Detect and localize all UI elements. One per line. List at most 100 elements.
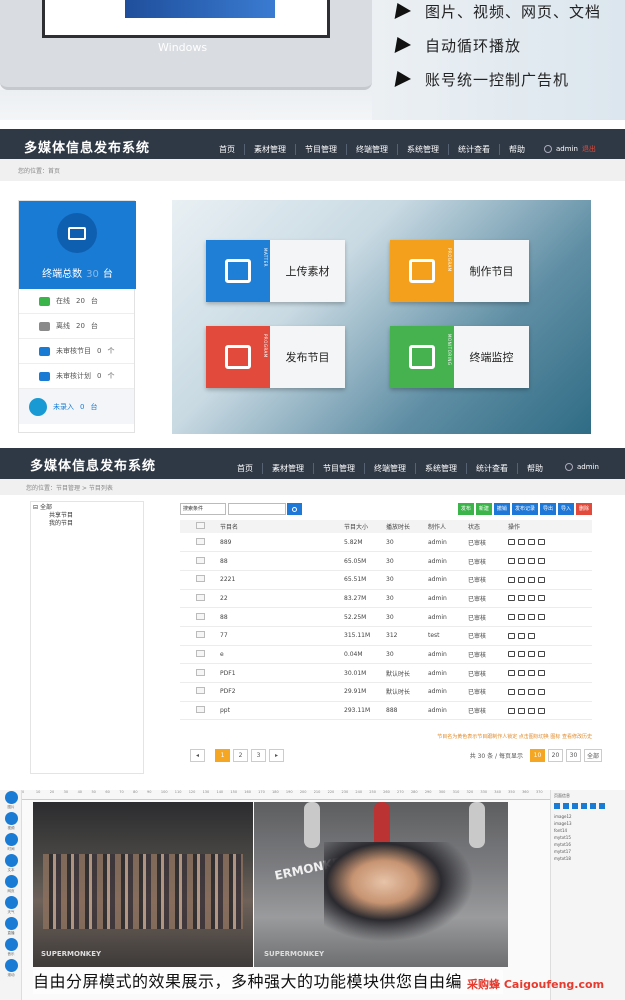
edit-icon[interactable] (518, 595, 525, 602)
menu-system[interactable]: 系统管理 (397, 144, 448, 155)
menu-programs[interactable]: 节目管理 (295, 144, 346, 155)
preview-icon[interactable] (508, 688, 515, 695)
new-button[interactable]: 新建 (475, 503, 492, 515)
publish-icon[interactable] (538, 595, 545, 602)
edit-icon[interactable] (518, 614, 525, 621)
region-photo-right[interactable]: ERMONKE SUPERMONKEY (254, 802, 508, 967)
stat-unreviewed-programs[interactable]: 未审核节目 0 个 (19, 339, 134, 364)
search-input[interactable] (228, 503, 286, 515)
table-row[interactable]: e 0.04M 30 admin 已审核 (180, 645, 592, 665)
preview-icon[interactable] (508, 632, 515, 639)
file-item[interactable]: mytxt15 (554, 834, 622, 841)
edit-icon[interactable] (518, 539, 525, 546)
menu-terminals[interactable]: 终端管理 (364, 463, 415, 474)
revoke-button[interactable]: 撤销 (493, 503, 510, 515)
edit-icon[interactable] (518, 688, 525, 695)
tool-live[interactable]: 直播 (0, 916, 22, 937)
prev-page-button[interactable]: ◂ (190, 749, 205, 762)
row-checkbox[interactable] (196, 668, 205, 676)
logout-link[interactable]: 退出 (582, 144, 596, 154)
tool-text[interactable]: 文本 (0, 853, 22, 874)
tree-node-shared[interactable]: 共享节目 (33, 512, 143, 520)
publish-icon[interactable] (538, 651, 545, 658)
tree-node-mine[interactable]: 我的节目 (33, 520, 143, 528)
publish-log-button[interactable]: 发布记录 (511, 503, 538, 515)
region-photo-left[interactable]: SUPERMONKEY (33, 802, 253, 967)
table-row[interactable]: 88 65.05M 30 admin 已审核 (180, 551, 592, 571)
next-page-button[interactable]: ▸ (269, 749, 284, 762)
search-button[interactable] (287, 503, 302, 515)
copy-icon[interactable] (528, 688, 535, 695)
copy-icon[interactable] (528, 539, 535, 546)
copy-icon[interactable] (528, 632, 535, 639)
publish-icon[interactable] (538, 670, 545, 677)
upload-material-tile[interactable]: MATTER 上传素材 (206, 240, 345, 302)
align-bottom-icon[interactable] (599, 803, 605, 809)
align-center-icon[interactable] (563, 803, 569, 809)
table-row[interactable]: 88 52.25M 30 admin 已审核 (180, 607, 592, 627)
file-item[interactable]: image13 (554, 820, 622, 827)
stat-offline[interactable]: 离线 20 台 (19, 314, 134, 339)
edit-icon[interactable] (518, 651, 525, 658)
preview-icon[interactable] (508, 651, 515, 658)
import-button[interactable]: 导入 (557, 503, 574, 515)
table-row[interactable]: 77 315.11M 312 test 已审核 (180, 626, 592, 646)
publish-button[interactable]: 发布 (457, 503, 474, 515)
tool-clock[interactable]: 时间 (0, 832, 22, 853)
page-2[interactable]: 2 (233, 749, 248, 762)
menu-system[interactable]: 系统管理 (415, 463, 466, 474)
row-checkbox[interactable] (196, 649, 205, 657)
tool-image[interactable]: 图片 (0, 790, 22, 811)
copy-icon[interactable] (528, 595, 535, 602)
edit-icon[interactable] (518, 632, 525, 639)
align-right-icon[interactable] (572, 803, 578, 809)
menu-help[interactable]: 帮助 (499, 144, 534, 155)
user-info[interactable]: admin (565, 463, 599, 471)
edit-icon[interactable] (518, 707, 525, 714)
table-row[interactable]: PDF2 29.91M 默认时长 admin 已审核 (180, 682, 592, 702)
align-top-icon[interactable] (581, 803, 587, 809)
publish-icon[interactable] (538, 614, 545, 621)
row-checkbox[interactable] (196, 631, 205, 639)
row-checkbox[interactable] (196, 612, 205, 620)
file-item[interactable]: image12 (554, 813, 622, 820)
stat-unreviewed-plans[interactable]: 未审核计划 0 个 (19, 364, 134, 389)
page-3[interactable]: 3 (251, 749, 266, 762)
publish-icon[interactable] (538, 558, 545, 565)
row-checkbox[interactable] (196, 537, 205, 545)
page-size-20[interactable]: 20 (547, 749, 563, 762)
preview-icon[interactable] (508, 576, 515, 583)
make-program-tile[interactable]: PROGRAM 制作节目 (390, 240, 529, 302)
publish-icon[interactable] (538, 576, 545, 583)
row-checkbox[interactable] (196, 575, 205, 583)
tool-weather[interactable]: 天气 (0, 895, 22, 916)
edit-icon[interactable] (518, 576, 525, 583)
export-button[interactable]: 导出 (539, 503, 556, 515)
menu-home[interactable]: 首页 (210, 144, 244, 155)
publish-icon[interactable] (538, 707, 545, 714)
align-left-icon[interactable] (554, 803, 560, 809)
copy-icon[interactable] (528, 576, 535, 583)
file-item[interactable]: mytxt18 (554, 855, 622, 862)
menu-materials[interactable]: 素材管理 (244, 144, 295, 155)
menu-stats[interactable]: 统计查看 (466, 463, 517, 474)
search-condition-select[interactable]: 搜索条件 (180, 503, 226, 515)
row-checkbox[interactable] (196, 556, 205, 564)
row-checkbox[interactable] (196, 593, 205, 601)
edit-icon[interactable] (518, 558, 525, 565)
row-checkbox[interactable] (196, 706, 205, 714)
align-middle-icon[interactable] (590, 803, 596, 809)
file-item[interactable]: mytxt16 (554, 841, 622, 848)
publish-program-tile[interactable]: PROGRAM 发布节目 (206, 326, 345, 388)
page-size-10[interactable]: 10 (529, 749, 545, 762)
stat-unregistered[interactable]: 未录入 0 台 (19, 389, 134, 424)
page-size-30[interactable]: 30 (565, 749, 581, 762)
menu-terminals[interactable]: 终端管理 (346, 144, 397, 155)
menu-help[interactable]: 帮助 (517, 463, 552, 474)
menu-programs[interactable]: 节目管理 (313, 463, 364, 474)
page-1[interactable]: 1 (215, 749, 230, 762)
file-item[interactable]: mytxt17 (554, 848, 622, 855)
tool-music[interactable]: 音乐 (0, 937, 22, 958)
menu-materials[interactable]: 素材管理 (262, 463, 313, 474)
preview-icon[interactable] (508, 707, 515, 714)
